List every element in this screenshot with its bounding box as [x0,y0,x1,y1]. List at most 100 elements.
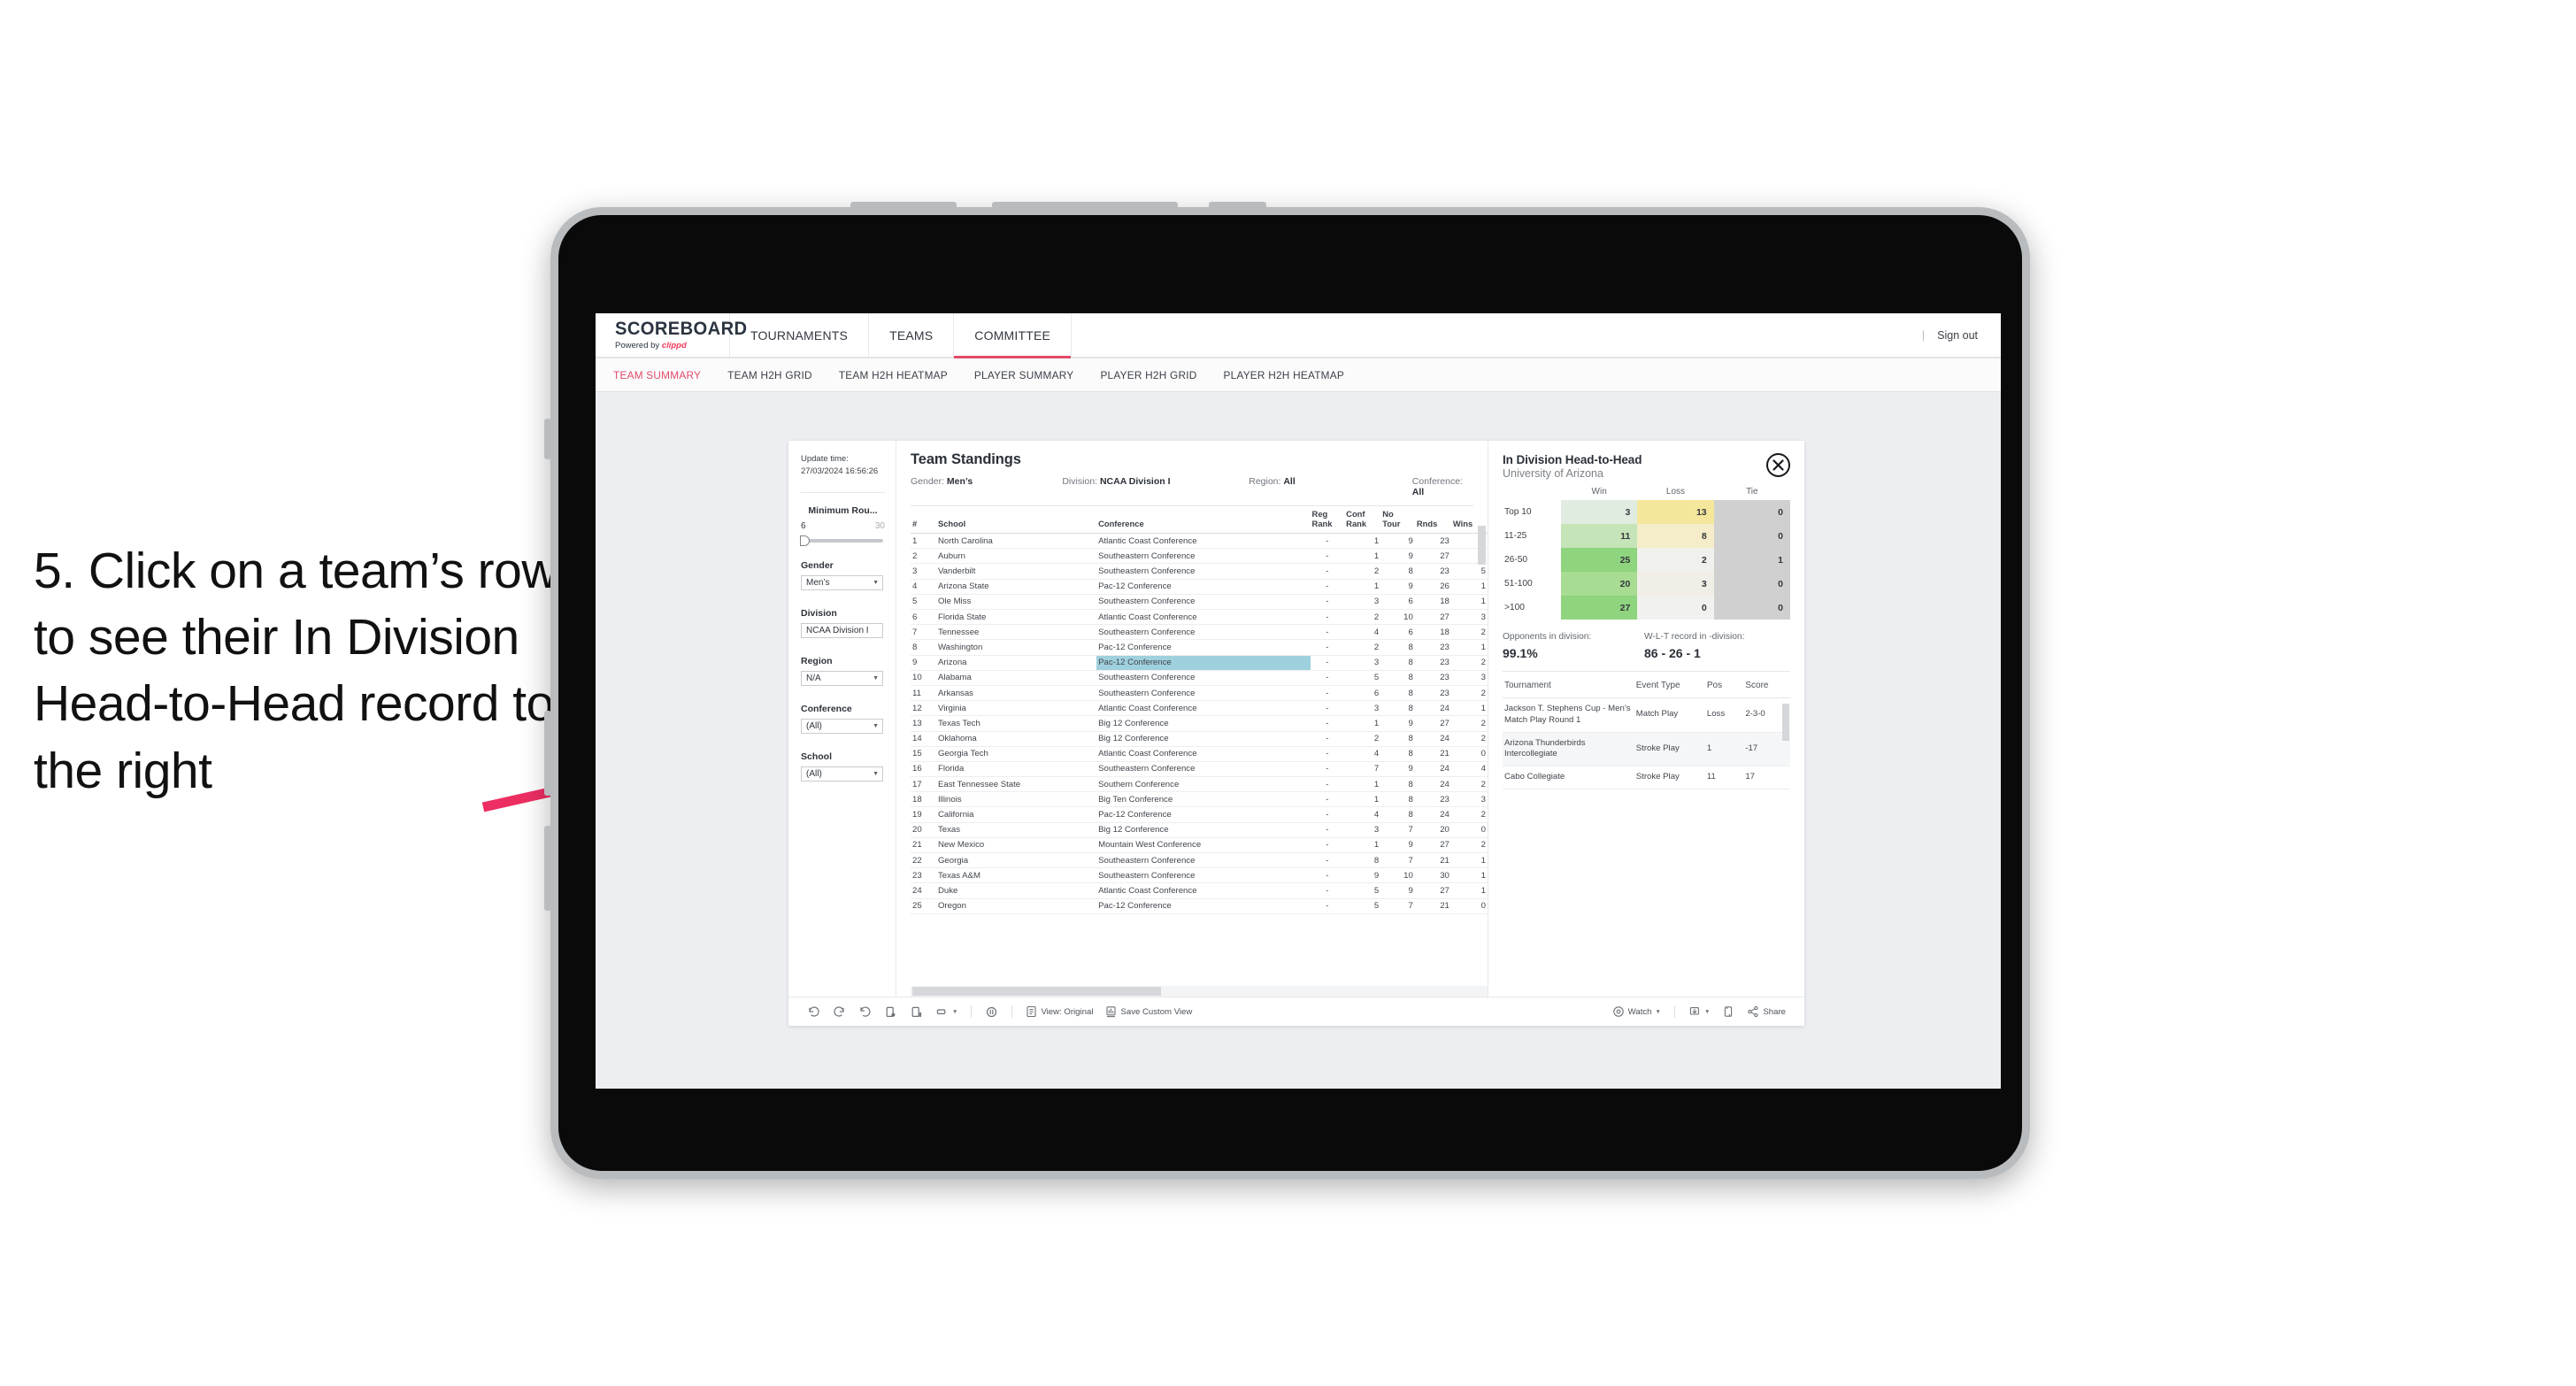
nav-item-tournaments[interactable]: TOURNAMENTS [730,313,870,357]
tab-team-summary[interactable]: TEAM SUMMARY [613,369,701,381]
download-button[interactable]: ▼ [1682,1000,1716,1023]
standings-cell-rank: 23 [911,867,936,884]
table-row[interactable]: 4 Arizona State Pac-12 Conference -1 9 26 1 [911,579,1488,595]
h2h-row: Top 10 3 13 0 [1503,500,1790,524]
h2h-row: 11-25 11 8 0 [1503,524,1790,548]
col-no-tour[interactable]: No Tour [1380,506,1415,535]
tour-col-pos[interactable]: Pos [1704,674,1744,698]
table-row[interactable]: 8 Washington Pac-12 Conference -2 8 23 1 [911,639,1488,656]
share-button[interactable]: Share [1741,1000,1792,1023]
table-row[interactable]: 25 Oregon Pac-12 Conference -5 7 21 0 [911,898,1488,914]
table-row[interactable]: 12 Virginia Atlantic Coast Conference -3 8 24… [911,700,1488,717]
minimum-rounds-slider[interactable] [800,535,883,546]
undo-icon[interactable] [801,1000,827,1023]
tournament-row[interactable]: Jackson T. Stephens Cup - Men’s Match Pl… [1503,697,1790,733]
nav-item-teams[interactable]: TEAMS [869,313,955,357]
table-row[interactable]: 24 Duke Atlantic Coast Conference -5 9 27 1 [911,882,1488,899]
standings-cell-reg-rank: - [1310,806,1345,823]
standings-cell-no-tour: 8 [1380,685,1415,702]
standings-horizontal-scrollbar[interactable] [911,986,1488,997]
filter-conference-select[interactable]: (All) ▼ [801,718,883,734]
standings-cell-conference: Pac-12 Conference [1096,655,1311,671]
table-row[interactable]: 22 Georgia Southeastern Conference -8 7 21 1 [911,852,1488,869]
standings-cell-rank: 14 [911,731,936,747]
table-row[interactable]: 5 Ole Miss Southeastern Conference -3 6 18 1 [911,594,1488,611]
col-school[interactable]: School [935,506,1097,535]
standings-vertical-scrollbar[interactable] [1478,526,1486,565]
nav-item-committee[interactable]: COMMITTEE [954,313,1073,358]
standings-title: Team Standings [911,451,1021,467]
close-icon[interactable] [1766,453,1790,477]
tab-team-h2h-heatmap[interactable]: TEAM H2H HEATMAP [839,369,948,381]
standings-cell-wins: 2 [1450,776,1488,793]
refresh-data-icon[interactable] [878,1000,904,1023]
col-rank[interactable]: # [911,506,936,535]
filter-division-value: NCAA Division I [806,625,869,635]
standings-cell-reg-rank: - [1310,700,1345,717]
table-row[interactable]: 15 Georgia Tech Atlantic Coast Conference -… [911,746,1488,762]
chevron-down-icon: ▼ [873,579,879,586]
table-row[interactable]: 23 Texas A&M Southeastern Conference -9 10 30… [911,867,1488,884]
standings-cell-conf-rank: 3 [1344,700,1381,717]
standings-cell-conf-rank: 5 [1344,898,1381,914]
table-row[interactable]: 18 Illinois Big Ten Conference -1 8 23 3 [911,791,1488,808]
table-row[interactable]: 9 Arizona Pac-12 Conference -3 8 23 2 [911,655,1488,671]
toolbar-divider [1011,1005,1013,1018]
layout-selector-button[interactable]: ▼ [929,1000,964,1023]
revert-icon[interactable] [852,1000,878,1023]
device-preview-button[interactable] [1716,1000,1741,1023]
minimum-rounds-filter: Minimum Rou... 6 30 [800,505,885,546]
table-row[interactable]: 11 Arkansas Southeastern Conference -6 8 23 2 [911,685,1488,702]
tab-player-h2h-heatmap[interactable]: PLAYER H2H HEATMAP [1224,369,1344,381]
filter-gender-select[interactable]: Men’s ▼ [801,574,883,590]
table-row[interactable]: 19 California Pac-12 Conference -4 8 24 2 [911,806,1488,823]
tournament-row[interactable]: Arizona Thunderbirds Intercollegiate Stro… [1503,732,1790,766]
h2h-row-label: Top 10 [1503,500,1561,524]
save-custom-view-button[interactable]: Save Custom View [1099,1000,1198,1023]
tournament-cell-pos: 1 [1704,732,1744,766]
tournament-list-wrap: Tournament Event Type Pos Score Jackson … [1503,674,1790,997]
table-row[interactable]: 2AuburnSoutheastern Conference-19276 [911,548,1488,565]
table-row[interactable]: 14 Oklahoma Big 12 Conference -2 8 24 2 [911,731,1488,747]
col-reg-rank[interactable]: Reg Rank [1310,506,1345,535]
col-conf-rank[interactable]: Conf Rank [1344,506,1381,535]
table-row[interactable]: 6 Florida State Atlantic Coast Conference -… [911,609,1488,626]
standings-cell-rnds: 21 [1414,898,1451,914]
col-conference[interactable]: Conference [1096,506,1311,535]
standings-cell-rank: 5 [911,594,936,611]
standings-cell-conference: Southeastern Conference [1096,594,1311,611]
tournament-row[interactable]: Cabo Collegiate Stroke Play 11 17 [1503,766,1790,789]
standings-hscroll-thumb[interactable] [912,987,1161,996]
pause-refresh-icon[interactable] [979,1000,1004,1023]
stat-opponents-label: Opponents in division: [1503,632,1592,642]
table-row[interactable]: 16 Florida Southeastern Conference -7 9 24 4 [911,761,1488,778]
h2h-row: 51-100 20 3 0 [1503,572,1790,596]
table-row[interactable]: 1 North Carolina Atlantic Coast Conference… [911,533,1488,550]
table-row[interactable]: 3 Vanderbilt Southeastern Conference -2 8 23 5 [911,563,1488,580]
tournament-scrollbar[interactable] [1782,704,1789,741]
view-original-button[interactable]: View: Original [1019,1000,1099,1023]
filter-division-select[interactable]: NCAA Division I [801,622,883,638]
table-row[interactable]: 7 Tennessee Southeastern Conference -4 6 18 2 [911,624,1488,641]
tournament-cell-type: Stroke Play [1634,766,1705,789]
col-rnds[interactable]: Rnds [1414,506,1451,535]
tour-col-event-type[interactable]: Event Type [1634,674,1705,698]
table-row[interactable]: 13 Texas Tech Big 12 Conference -1 9 27 2 [911,715,1488,732]
tab-player-h2h-grid[interactable]: PLAYER H2H GRID [1100,369,1196,381]
minimum-rounds-slider-handle[interactable] [800,535,810,546]
sign-out-link[interactable]: Sign out [1937,329,1978,342]
table-row[interactable]: 10 Alabama Southeastern Conference -5 8 23 3 [911,670,1488,686]
watch-button[interactable]: Watch ▼ [1606,1000,1667,1023]
filter-school-select[interactable]: (All) ▼ [801,766,883,782]
table-row[interactable]: 21 New Mexico Mountain West Conference -1 9 2… [911,837,1488,854]
redo-icon[interactable] [827,1000,852,1023]
filter-region-select[interactable]: N/A ▼ [801,670,883,686]
table-row[interactable]: 17 East Tennessee State Southern Conferenc… [911,776,1488,793]
tab-player-summary[interactable]: PLAYER SUMMARY [974,369,1074,381]
tab-team-h2h-grid[interactable]: TEAM H2H GRID [727,369,812,381]
tour-col-score[interactable]: Score [1743,674,1790,698]
pause-auto-update-icon[interactable] [904,1000,929,1023]
tour-col-tournament[interactable]: Tournament [1503,674,1634,698]
table-row[interactable]: 20 Texas Big 12 Conference -3 7 20 0 [911,822,1488,838]
app-logo[interactable]: SCOREBOARD Powered by clippd [596,313,747,357]
